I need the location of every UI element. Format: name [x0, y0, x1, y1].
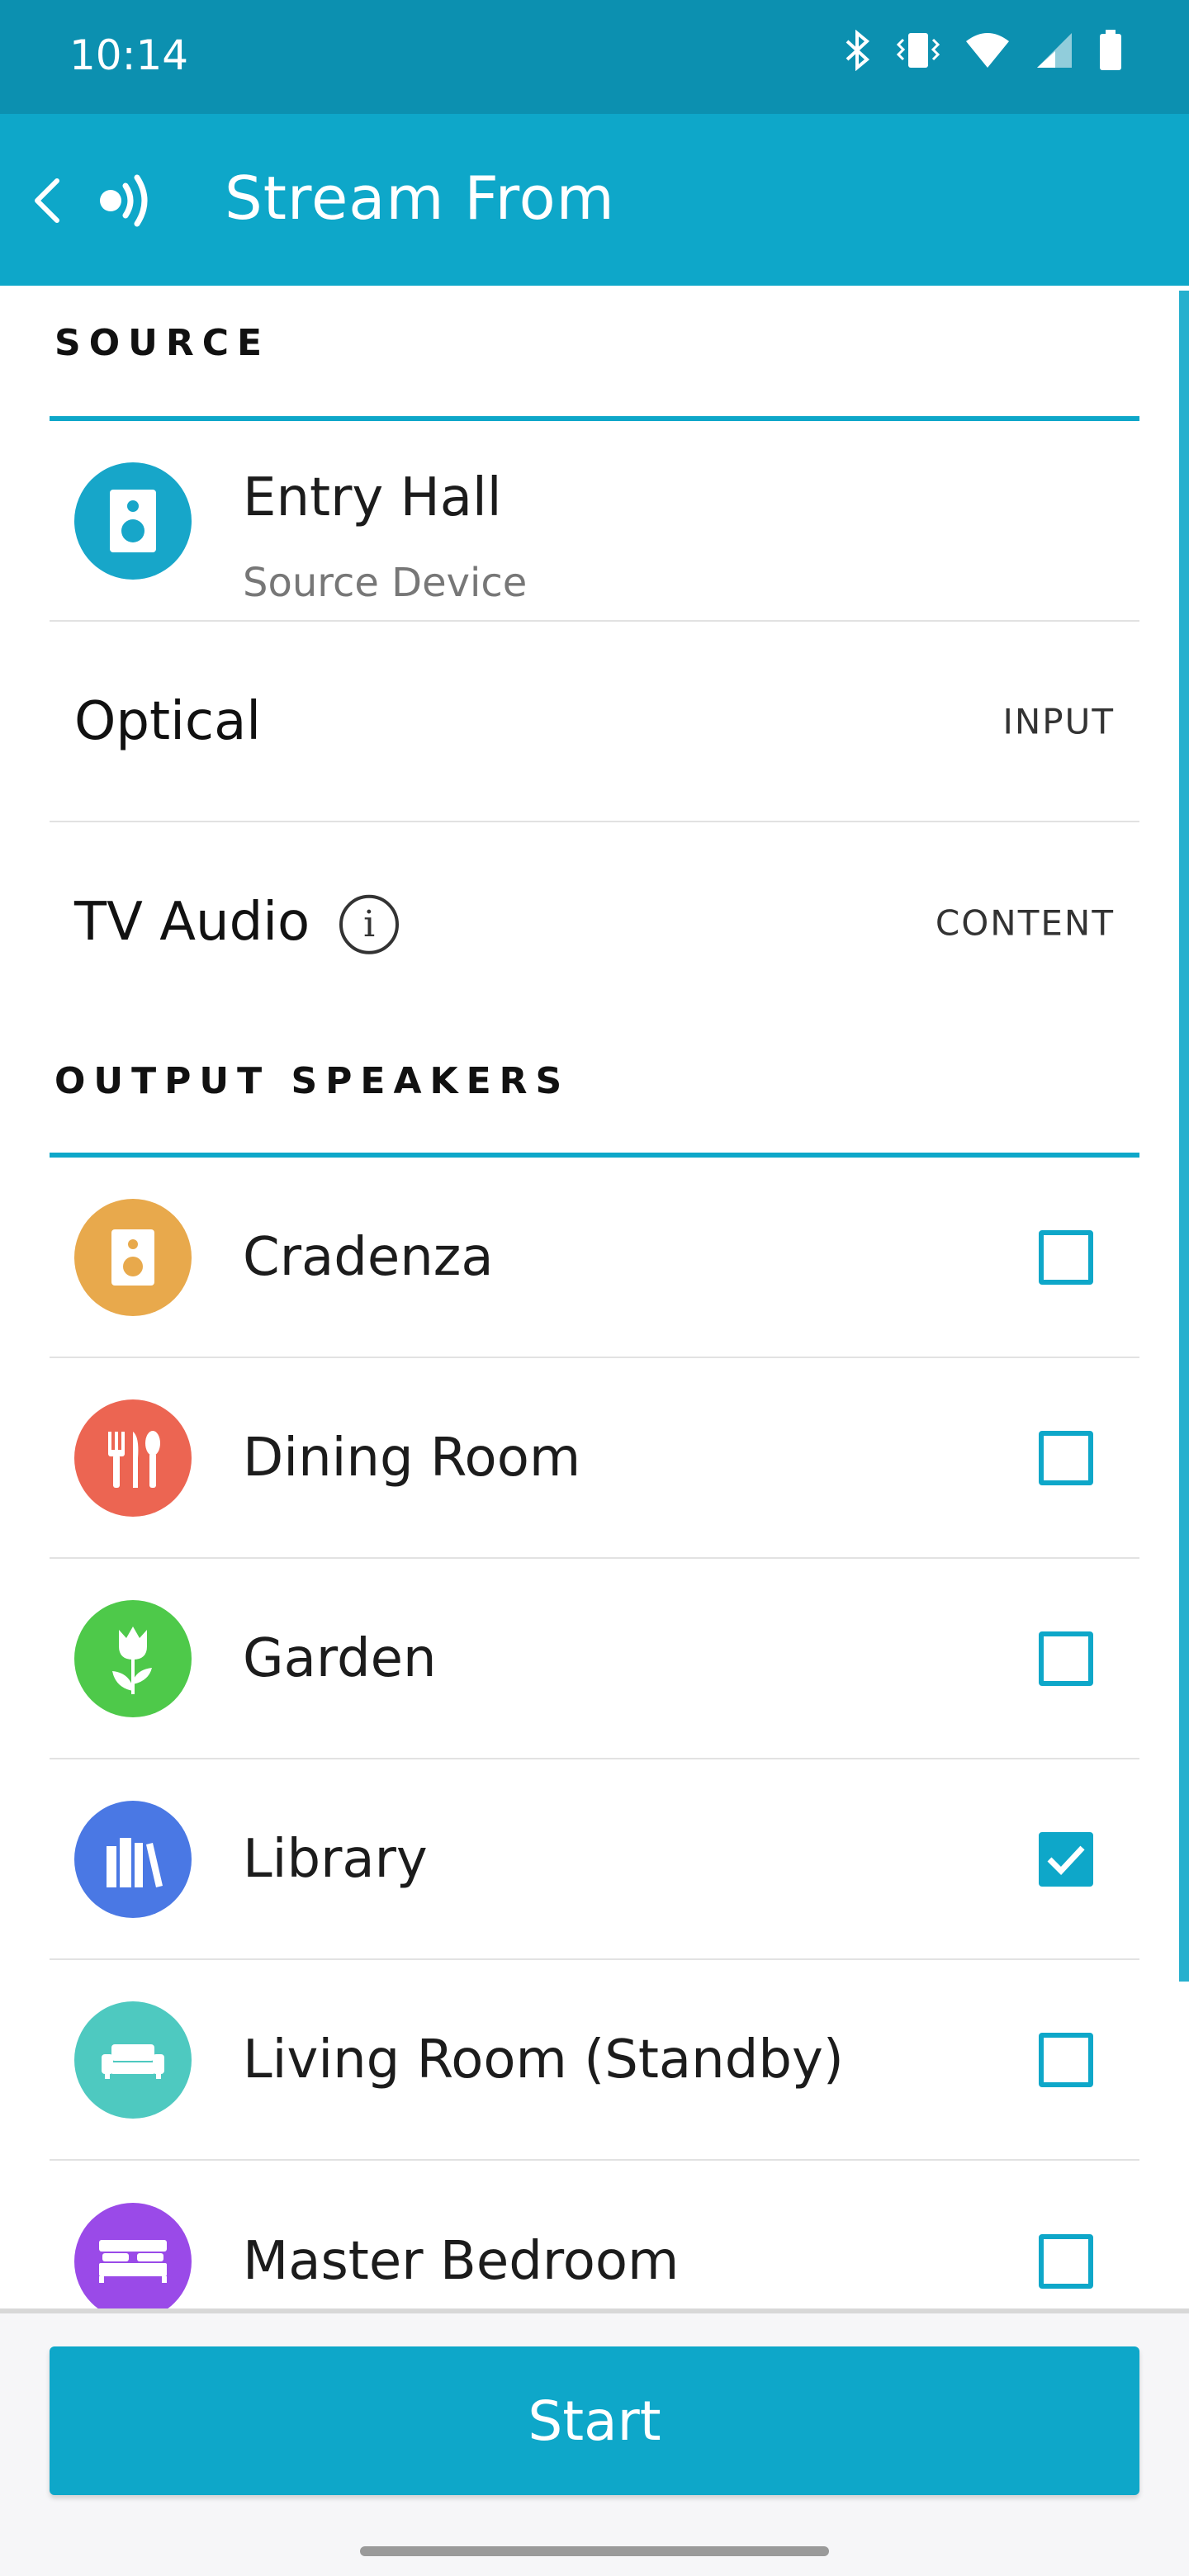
- utensils-icon: [74, 1399, 192, 1517]
- speaker-name: Library: [243, 1828, 428, 1890]
- page-title: Stream From: [225, 163, 615, 233]
- content-row[interactable]: TV Audio i CONTENT: [50, 822, 1139, 1023]
- speaker-name: Garden: [243, 1627, 437, 1689]
- content-tag: CONTENT: [935, 902, 1115, 943]
- cellular-signal-icon: [1035, 31, 1073, 69]
- bed-icon: [74, 2202, 192, 2312]
- speaker-name: Dining Room: [243, 1427, 581, 1489]
- speaker-icon: [74, 1198, 192, 1316]
- scrollbar[interactable]: [1179, 291, 1189, 1982]
- back-button[interactable]: [18, 172, 76, 230]
- info-icon[interactable]: i: [339, 894, 400, 954]
- speaker-icon: [74, 462, 192, 580]
- books-icon: [74, 1800, 192, 1918]
- status-bar: 10:14: [0, 0, 1189, 114]
- bluetooth-icon: [844, 30, 872, 71]
- sofa-icon: [74, 2001, 192, 2119]
- speaker-name: Cradenza: [243, 1226, 494, 1288]
- bottom-bar: Start: [0, 2313, 1189, 2576]
- input-tag: INPUT: [1002, 701, 1115, 741]
- home-indicator[interactable]: [360, 2546, 829, 2556]
- source-device-row[interactable]: Entry Hall Source Device: [50, 421, 1139, 622]
- speaker-row-living-room[interactable]: Living Room (Standby): [50, 1960, 1139, 2161]
- start-button[interactable]: Start: [50, 2346, 1139, 2495]
- vibrate-icon: [897, 30, 940, 71]
- wifi-icon: [964, 31, 1011, 69]
- input-label: Optical: [74, 690, 262, 752]
- speaker-name: Living Room (Standby): [243, 2029, 844, 2091]
- speaker-row-garden[interactable]: Garden: [50, 1559, 1139, 1759]
- speaker-checkbox[interactable]: [1039, 2233, 1093, 2289]
- speaker-row-library[interactable]: Library: [50, 1759, 1139, 1960]
- speaker-checkbox[interactable]: [1039, 1430, 1093, 1485]
- chevron-left-icon: [35, 178, 59, 223]
- checkmark-icon: [1047, 1845, 1085, 1875]
- battery-icon: [1098, 30, 1123, 71]
- status-icons: [844, 30, 1123, 71]
- speaker-checkbox[interactable]: [1039, 1229, 1093, 1285]
- tulip-icon: [74, 1599, 192, 1717]
- source-heading: SOURCE: [54, 322, 271, 364]
- speaker-checkbox[interactable]: [1039, 2032, 1093, 2087]
- content-label: TV Audio: [74, 891, 310, 953]
- content-label-wrap: TV Audio i: [74, 891, 400, 954]
- source-device-subtitle: Source Device: [243, 560, 528, 606]
- app-bar: Stream From: [0, 114, 1189, 286]
- output-heading: OUTPUT SPEAKERS: [54, 1060, 571, 1102]
- input-row[interactable]: Optical INPUT: [50, 622, 1139, 822]
- speaker-checkbox[interactable]: [1039, 1831, 1093, 1887]
- speaker-name: Master Bedroom: [243, 2230, 680, 2292]
- speaker-row-cradenza[interactable]: Cradenza: [50, 1158, 1139, 1358]
- status-time: 10:14: [69, 31, 189, 79]
- speaker-row-master-bedroom[interactable]: Master Bedroom: [50, 2161, 1139, 2312]
- source-device-name: Entry Hall: [243, 467, 502, 528]
- scroll-content[interactable]: SOURCE Entry Hall Source Device Optical …: [0, 286, 1189, 2312]
- speaker-checkbox[interactable]: [1039, 1631, 1093, 1686]
- speaker-row-dining-room[interactable]: Dining Room: [50, 1358, 1139, 1559]
- stream-broadcast-icon: [91, 168, 157, 234]
